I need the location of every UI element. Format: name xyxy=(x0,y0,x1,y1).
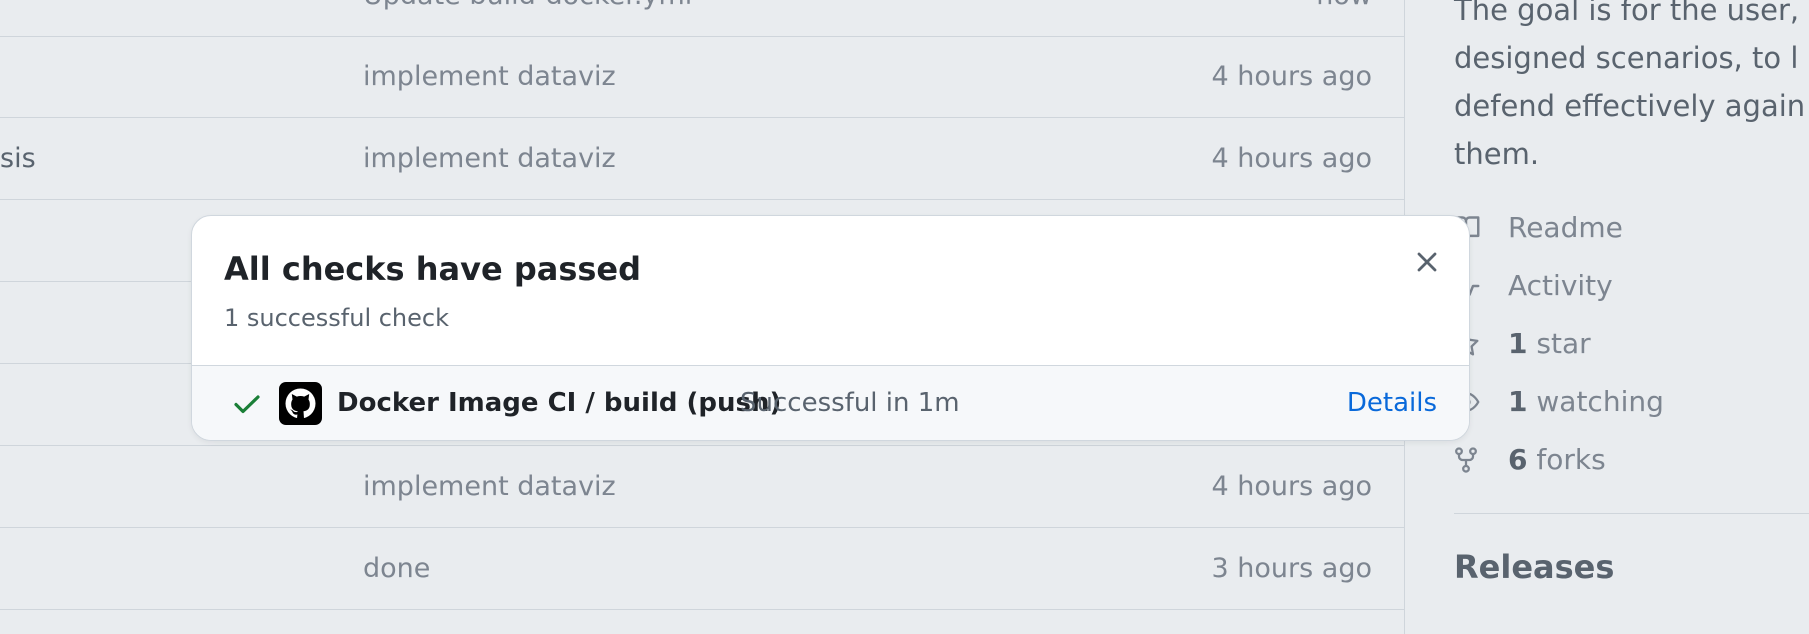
table-row[interactable]: implement dataviz 4 hours ago xyxy=(0,36,1404,118)
popover-subtitle: 1 successful check xyxy=(224,304,449,332)
table-row[interactable]: Update build-docker.yml now xyxy=(0,0,1404,37)
commit-time: 4 hours ago xyxy=(1211,61,1372,92)
close-button[interactable] xyxy=(1407,242,1447,282)
forks-label: forks xyxy=(1536,443,1606,476)
commit-time: 3 hours ago xyxy=(1211,553,1372,584)
activity-label: Activity xyxy=(1508,269,1613,302)
description-line: defend effectively again xyxy=(1454,89,1806,123)
stars-count: 1 xyxy=(1508,327,1528,360)
details-link[interactable]: Details xyxy=(1347,366,1437,440)
github-logo-icon xyxy=(279,382,322,425)
checks-popover: All checks have passed 1 successful chec… xyxy=(191,215,1470,441)
releases-heading[interactable]: Releases xyxy=(1454,548,1614,586)
commit-message[interactable]: done xyxy=(363,528,430,609)
commit-time: 4 hours ago xyxy=(1211,471,1372,502)
stars-label: star xyxy=(1536,327,1591,360)
commit-message[interactable]: Update build-docker.yml xyxy=(363,0,692,36)
description-line: designed scenarios, to l xyxy=(1454,41,1799,75)
commit-message[interactable]: implement dataviz xyxy=(363,446,616,527)
table-row[interactable]: implement dataviz 4 hours ago xyxy=(0,446,1404,528)
check-name: Docker Image CI / build (push) xyxy=(337,388,782,418)
check-status: Successful in 1m xyxy=(740,388,960,418)
check-run-row: Docker Image CI / build (push) Successfu… xyxy=(192,365,1469,440)
watching-count: 1 xyxy=(1508,385,1528,418)
description-line: them. xyxy=(1454,137,1540,171)
fork-icon xyxy=(1455,447,1477,473)
commit-time: 4 hours ago xyxy=(1211,143,1372,174)
file-name[interactable]: sis xyxy=(0,118,36,199)
popover-title: All checks have passed xyxy=(224,250,642,288)
description-line: The goal is for the user, xyxy=(1454,0,1800,27)
commit-message[interactable]: implement dataviz xyxy=(363,36,616,117)
commit-time: now xyxy=(1316,0,1372,36)
repo-description: The goal is for the user, designed scena… xyxy=(1454,0,1805,178)
close-icon xyxy=(1417,252,1437,272)
watching-label: watching xyxy=(1536,385,1664,418)
sidebar-divider xyxy=(1454,513,1809,514)
table-row[interactable]: sis implement dataviz 4 hours ago xyxy=(0,118,1404,200)
commit-message[interactable]: implement dataviz xyxy=(363,118,616,199)
check-icon xyxy=(234,395,260,414)
table-row[interactable]: done 3 hours ago xyxy=(0,528,1404,610)
forks-count: 6 xyxy=(1508,443,1528,476)
readme-label: Readme xyxy=(1508,211,1623,244)
about-sidebar: The goal is for the user, designed scena… xyxy=(1452,0,1809,634)
